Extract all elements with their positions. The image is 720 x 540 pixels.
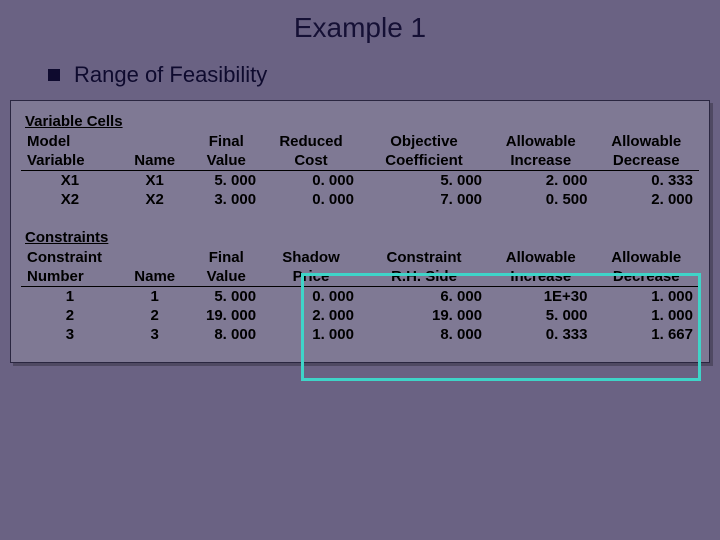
cell: 0. 500 xyxy=(488,190,593,209)
cell: 2. 000 xyxy=(262,306,360,325)
c-h-col6b: Increase xyxy=(488,267,593,287)
vc-h-col4a: Reduced xyxy=(262,132,360,151)
cell: 7. 000 xyxy=(360,190,488,209)
c-h-col3b: Value xyxy=(190,267,262,287)
c-h-col1a: Constraint xyxy=(21,248,119,267)
vc-h-col5a: Objective xyxy=(360,132,488,151)
cell: 1. 000 xyxy=(262,325,360,344)
cell: X2 xyxy=(21,190,119,209)
cell: 1. 000 xyxy=(593,306,699,325)
cell: 3. 000 xyxy=(190,190,262,209)
table-row: 3 3 8. 000 1. 000 8. 000 0. 333 1. 667 xyxy=(21,325,699,344)
c-h-col2a xyxy=(119,248,191,267)
cell: 8. 000 xyxy=(190,325,262,344)
table-row: X1 X1 5. 000 0. 000 5. 000 2. 000 0. 333 xyxy=(21,171,699,191)
cell: X1 xyxy=(119,171,191,191)
c-h-col3a: Final xyxy=(190,248,262,267)
variable-cells-label: Variable Cells xyxy=(25,113,123,130)
cell: 0. 333 xyxy=(488,325,593,344)
cell: 3 xyxy=(119,325,191,344)
subtitle-text: Range of Feasibility xyxy=(74,62,267,88)
cell: 0. 000 xyxy=(262,287,360,307)
cell: 0. 333 xyxy=(593,171,699,191)
vc-h-col6a: Allowable xyxy=(488,132,593,151)
cell: 5. 000 xyxy=(488,306,593,325)
cell: 19. 000 xyxy=(360,306,488,325)
c-h-col7a: Allowable xyxy=(593,248,699,267)
cell: 2. 000 xyxy=(488,171,593,191)
cell: X1 xyxy=(21,171,119,191)
bullet-icon xyxy=(48,69,60,81)
cell: 0. 000 xyxy=(262,171,360,191)
cell: 2. 000 xyxy=(593,190,699,209)
table-row: 2 2 19. 000 2. 000 19. 000 5. 000 1. 000 xyxy=(21,306,699,325)
cell: 8. 000 xyxy=(360,325,488,344)
c-h-col2b: Name xyxy=(119,267,191,287)
cell: 2 xyxy=(21,306,119,325)
cell: 5. 000 xyxy=(190,287,262,307)
table-row: 1 1 5. 000 0. 000 6. 000 1E+30 1. 000 xyxy=(21,287,699,307)
c-h-col7b: Decrease xyxy=(593,267,699,287)
slide-title: Example 1 xyxy=(0,0,720,62)
variable-cells-table: Model Final Reduced Objective Allowable … xyxy=(21,132,699,209)
c-h-col6a: Allowable xyxy=(488,248,593,267)
cell: 19. 000 xyxy=(190,306,262,325)
vc-h-col4b: Cost xyxy=(262,151,360,171)
vc-h-col7a: Allowable xyxy=(593,132,699,151)
vc-h-col5b: Coefficient xyxy=(360,151,488,171)
cell: 1. 667 xyxy=(593,325,699,344)
constraints-label: Constraints xyxy=(25,229,108,246)
cell: 1 xyxy=(119,287,191,307)
cell: 1 xyxy=(21,287,119,307)
cell: 1E+30 xyxy=(488,287,593,307)
table-row: X2 X2 3. 000 0. 000 7. 000 0. 500 2. 000 xyxy=(21,190,699,209)
c-h-col5a: Constraint xyxy=(360,248,488,267)
c-h-col1b: Number xyxy=(21,267,119,287)
cell: X2 xyxy=(119,190,191,209)
sensitivity-panel: Variable Cells Model Final Reduced Objec… xyxy=(10,100,710,363)
vc-h-col3b: Value xyxy=(190,151,262,171)
cell: 0. 000 xyxy=(262,190,360,209)
cell: 1. 000 xyxy=(593,287,699,307)
c-h-col4b: Price xyxy=(262,267,360,287)
subtitle-row: Range of Feasibility xyxy=(0,62,720,100)
vc-h-col2b: Name xyxy=(119,151,191,171)
vc-h-col1b: Variable xyxy=(21,151,119,171)
vc-h-col3a: Final xyxy=(190,132,262,151)
cell: 5. 000 xyxy=(360,171,488,191)
cell: 6. 000 xyxy=(360,287,488,307)
c-h-col5b: R.H. Side xyxy=(360,267,488,287)
vc-h-col6b: Increase xyxy=(488,151,593,171)
vc-h-col1a: Model xyxy=(21,132,119,151)
cell: 3 xyxy=(21,325,119,344)
cell: 2 xyxy=(119,306,191,325)
vc-h-col2a xyxy=(119,132,191,151)
c-h-col4a: Shadow xyxy=(262,248,360,267)
constraints-table: Constraint Final Shadow Constraint Allow… xyxy=(21,248,699,344)
cell: 5. 000 xyxy=(190,171,262,191)
vc-h-col7b: Decrease xyxy=(593,151,699,171)
